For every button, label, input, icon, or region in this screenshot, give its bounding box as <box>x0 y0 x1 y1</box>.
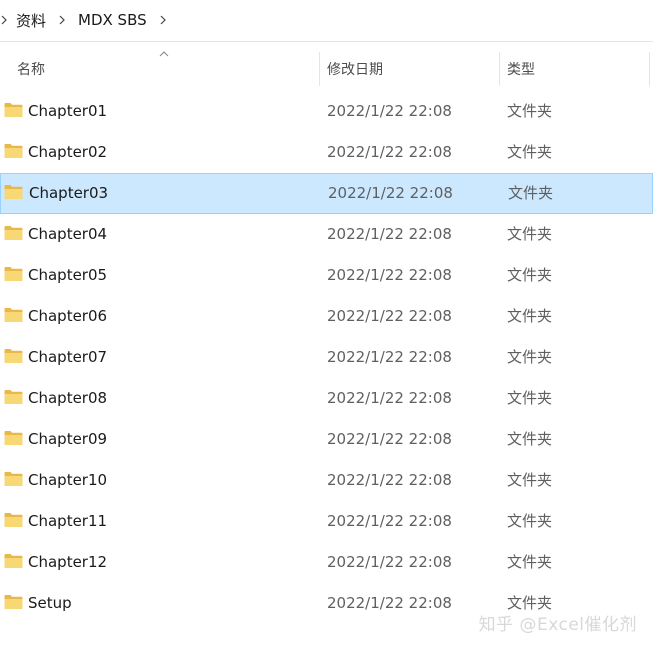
file-type: 文件夹 <box>507 430 553 448</box>
folder-icon <box>4 185 23 199</box>
breadcrumb-item-mdx-sbs[interactable]: MDX SBS <box>76 11 149 29</box>
chevron-right-icon[interactable] <box>56 0 68 40</box>
file-date: 2022/1/22 22:08 <box>327 511 452 530</box>
file-name: Chapter05 <box>28 265 108 284</box>
file-date: 2022/1/22 22:08 <box>327 347 452 366</box>
file-row[interactable]: Chapter12 2022/1/22 22:08 文件夹 <box>0 542 653 583</box>
folder-icon <box>4 472 23 486</box>
breadcrumb: 资料 MDX SBS <box>0 0 653 40</box>
file-row[interactable]: Chapter09 2022/1/22 22:08 文件夹 <box>0 419 653 460</box>
file-name: Chapter07 <box>28 347 108 366</box>
file-name: Chapter06 <box>28 306 108 325</box>
file-row[interactable]: Chapter04 2022/1/22 22:08 文件夹 <box>0 214 653 255</box>
column-resize-handle[interactable] <box>319 52 320 86</box>
file-name: Chapter09 <box>28 429 108 448</box>
file-type: 文件夹 <box>507 307 553 325</box>
file-date: 2022/1/22 22:08 <box>327 552 452 571</box>
column-header-name[interactable]: 名称 <box>17 44 45 94</box>
column-resize-handle[interactable] <box>649 52 650 86</box>
file-date: 2022/1/22 22:08 <box>327 470 452 489</box>
column-header-type[interactable]: 类型 <box>507 44 535 94</box>
file-name: Chapter12 <box>28 552 108 571</box>
file-name: Chapter03 <box>29 183 109 202</box>
file-date: 2022/1/22 22:08 <box>327 593 452 612</box>
file-date: 2022/1/22 22:08 <box>328 183 453 202</box>
file-type: 文件夹 <box>507 348 553 366</box>
file-date: 2022/1/22 22:08 <box>327 306 452 325</box>
file-date: 2022/1/22 22:08 <box>327 142 452 161</box>
column-header-date[interactable]: 修改日期 <box>327 44 383 94</box>
file-date: 2022/1/22 22:08 <box>327 224 452 243</box>
file-date: 2022/1/22 22:08 <box>327 388 452 407</box>
file-name: Chapter11 <box>28 511 108 530</box>
file-type: 文件夹 <box>507 102 553 120</box>
folder-icon <box>4 349 23 363</box>
sort-up-icon <box>159 51 169 57</box>
file-type: 文件夹 <box>507 389 553 407</box>
file-name: Setup <box>28 593 72 612</box>
file-type: 文件夹 <box>507 266 553 284</box>
file-name: Chapter08 <box>28 388 108 407</box>
folder-icon <box>4 431 23 445</box>
folder-icon <box>4 226 23 240</box>
file-row[interactable]: Chapter05 2022/1/22 22:08 文件夹 <box>0 255 653 296</box>
chevron-right-icon[interactable] <box>157 0 169 40</box>
folder-icon <box>4 595 23 609</box>
file-type: 文件夹 <box>507 225 553 243</box>
folder-icon <box>4 103 23 117</box>
file-row[interactable]: Chapter07 2022/1/22 22:08 文件夹 <box>0 337 653 378</box>
file-name: Chapter01 <box>28 101 108 120</box>
file-type: 文件夹 <box>507 553 553 571</box>
file-type: 文件夹 <box>507 512 553 530</box>
column-resize-handle[interactable] <box>499 52 500 86</box>
folder-icon <box>4 144 23 158</box>
folder-icon <box>4 267 23 281</box>
file-name: Chapter10 <box>28 470 108 489</box>
file-date: 2022/1/22 22:08 <box>327 265 452 284</box>
folder-icon <box>4 513 23 527</box>
file-row-selected[interactable]: Chapter03 2022/1/22 22:08 文件夹 <box>0 173 653 214</box>
file-type: 文件夹 <box>507 143 553 161</box>
watermark: 知乎 @Excel催化剂 <box>478 615 637 635</box>
folder-icon <box>4 390 23 404</box>
column-header-row: 名称 修改日期 类型 <box>0 44 653 94</box>
file-row[interactable]: Chapter11 2022/1/22 22:08 文件夹 <box>0 501 653 542</box>
file-list: Chapter01 2022/1/22 22:08 文件夹 Chapter02 … <box>0 91 653 624</box>
folder-icon <box>4 308 23 322</box>
file-type: 文件夹 <box>508 184 554 202</box>
file-row[interactable]: Chapter01 2022/1/22 22:08 文件夹 <box>0 91 653 132</box>
folder-icon <box>4 554 23 568</box>
file-date: 2022/1/22 22:08 <box>327 101 452 120</box>
file-type: 文件夹 <box>507 471 553 489</box>
address-bar-divider <box>0 41 653 42</box>
file-row[interactable]: Chapter10 2022/1/22 22:08 文件夹 <box>0 460 653 501</box>
file-name: Chapter04 <box>28 224 108 243</box>
file-name: Chapter02 <box>28 142 108 161</box>
file-row[interactable]: Chapter08 2022/1/22 22:08 文件夹 <box>0 378 653 419</box>
file-row[interactable]: Chapter02 2022/1/22 22:08 文件夹 <box>0 132 653 173</box>
file-date: 2022/1/22 22:08 <box>327 429 452 448</box>
chevron-right-icon[interactable] <box>0 0 10 40</box>
file-row[interactable]: Chapter06 2022/1/22 22:08 文件夹 <box>0 296 653 337</box>
breadcrumb-item-ziliao[interactable]: 资料 <box>14 10 48 31</box>
